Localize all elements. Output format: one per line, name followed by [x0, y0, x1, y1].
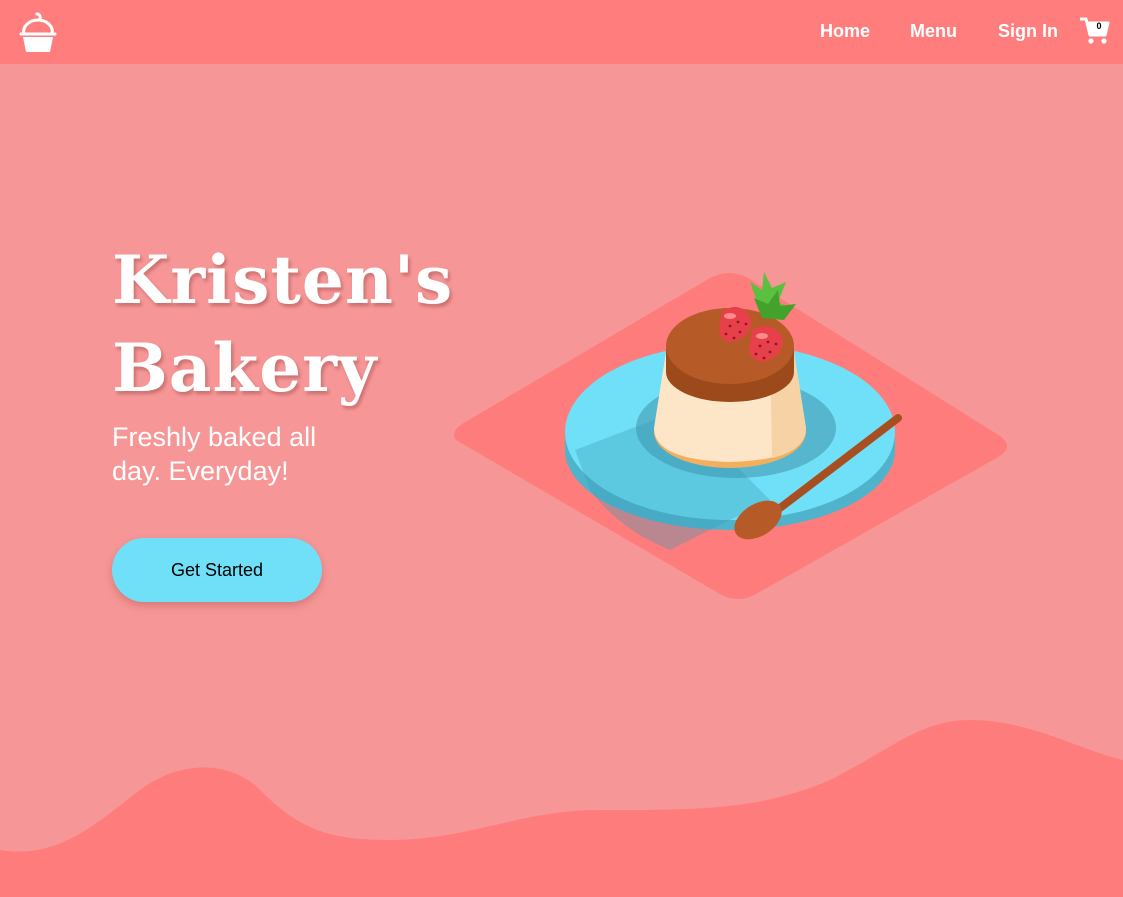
cart-button[interactable]: 0 [1079, 16, 1110, 46]
cart-count-badge: 0 [1096, 21, 1102, 31]
landing-page: Home Menu Sign In 0 Kristen's Bakery Fre… [0, 0, 1123, 897]
hero-title: Kristen's Bakery [112, 236, 453, 412]
cupcake-icon[interactable] [18, 12, 58, 56]
get-started-button[interactable]: Get Started [112, 538, 322, 602]
nav-link-sign-in[interactable]: Sign In [998, 21, 1058, 42]
navbar: Home Menu Sign In 0 [0, 0, 1123, 64]
hero-subtitle: Freshly baked all day. Everyday! [112, 422, 317, 486]
nav-link-menu[interactable]: Menu [910, 21, 957, 42]
pudding-dessert-illustration [454, 272, 1007, 599]
hero-title-line2: Bakery [112, 329, 378, 407]
hero-title-line1: Kristen's [112, 241, 454, 319]
nav-link-home[interactable]: Home [820, 21, 870, 42]
decorative-waves [0, 720, 1123, 897]
